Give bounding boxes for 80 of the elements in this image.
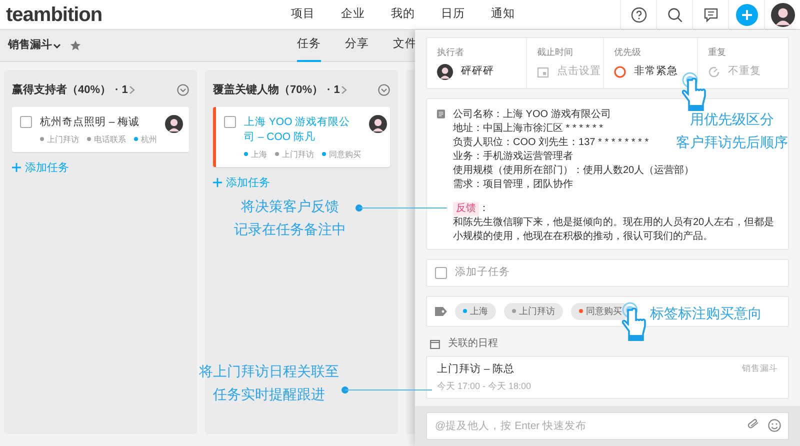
note-icon	[437, 108, 445, 120]
task-tag: 杭州	[134, 134, 157, 146]
task-tag: 上门拜访	[275, 148, 314, 160]
annotation-text: 客户拜访先后顺序	[676, 133, 788, 152]
note-line: 使用规模（使用所在部门）：使用人数20人（运营部）	[453, 164, 694, 178]
task-count: · 1	[327, 83, 340, 98]
section-heading: 关联的日程	[448, 336, 498, 351]
task-title: 上海 YOO 游戏有限公司 – COO 陈凡	[244, 114, 352, 144]
annotation-text: 将决策客户反馈	[241, 197, 339, 216]
dropdown-icon[interactable]	[378, 84, 390, 96]
priority-icon	[614, 66, 626, 78]
annotation-text: 任务实时提醒跟进	[213, 385, 325, 404]
nav-link[interactable]: 通知	[478, 6, 528, 24]
event-title: 上门拜访 – 陈总	[437, 362, 515, 377]
task-tag: 上门拜访	[40, 134, 79, 146]
nav-link[interactable]: 我的	[378, 6, 428, 24]
field-label: 优先级	[614, 46, 642, 60]
avatar-icon	[437, 64, 453, 80]
add-icon[interactable]	[736, 4, 758, 26]
checkbox[interactable]	[224, 116, 236, 128]
search-icon[interactable]	[666, 6, 682, 22]
note-line: 公司名称：上海 YOO 游戏有限公司	[453, 108, 611, 122]
column-title: 赢得支持者（40%）	[12, 82, 112, 98]
column-title: 覆盖关键人物（70%）	[213, 82, 324, 98]
task-tag: 上海	[244, 148, 267, 160]
dropdown-icon[interactable]	[177, 84, 189, 96]
note-line: 业务：手机游戏运营管理者	[453, 150, 573, 164]
attachment-icon[interactable]	[746, 419, 760, 429]
avatar-icon	[165, 114, 183, 132]
task-count: · 1	[115, 83, 128, 98]
comment-field[interactable]: @提及他人，按 Enter 快速发布	[426, 412, 789, 440]
chevron-icon[interactable]	[128, 85, 136, 96]
plus-icon	[12, 163, 21, 172]
plus-icon	[213, 178, 222, 188]
event-project: 销售漏斗	[742, 362, 778, 375]
field-label: 重复	[708, 46, 727, 60]
nav-link[interactable]: 项目	[278, 6, 328, 24]
annotation-text: 记录在任务备注中	[234, 220, 346, 239]
tag-icon	[435, 307, 447, 316]
calendar-icon	[537, 66, 549, 78]
field-value[interactable]: 砰砰砰	[461, 64, 494, 80]
logo[interactable]: teambition	[6, 0, 102, 30]
avatar-icon	[770, 2, 794, 26]
task-tag: 同意购买	[322, 148, 361, 160]
chat-icon[interactable]	[702, 6, 718, 22]
feedback-tag: 反馈	[453, 202, 479, 216]
nav-link[interactable]: 企业	[328, 6, 378, 24]
tab[interactable]: 文件	[393, 30, 417, 62]
star-icon[interactable]	[70, 40, 81, 51]
annotation-text: 用优先级区分	[690, 110, 774, 129]
task-card[interactable]: 杭州奇点照明 – 梅诚 上门拜访 电话联系 杭州	[12, 106, 189, 152]
field-label: 执行者	[437, 46, 465, 60]
note-line: 需求：项目管理，团队协作	[453, 178, 573, 192]
checkbox[interactable]	[435, 267, 447, 279]
task-tag: 电话联系	[87, 134, 126, 146]
tab[interactable]: 分享	[345, 30, 369, 62]
tag-chip[interactable]: 上门拜访	[504, 302, 563, 320]
tag-chip[interactable]: 上海	[455, 302, 496, 320]
field-label: 截止时间	[537, 46, 574, 60]
tag-chip[interactable]: 同意购买	[571, 302, 630, 320]
emoji-icon[interactable]	[768, 419, 781, 432]
annotation-text: 将上门拜访日程关联至	[199, 362, 339, 381]
event-card[interactable]: 上门拜访 – 陈总 销售漏斗 今天 17:00 - 今天 18:00	[426, 356, 789, 400]
avatar-icon	[369, 114, 387, 132]
tab[interactable]: 任务	[297, 30, 321, 62]
project-title[interactable]: 销售漏斗	[8, 37, 52, 54]
chevron-icon[interactable]	[340, 85, 348, 96]
checkbox[interactable]	[20, 116, 32, 128]
repeat-icon	[708, 66, 720, 78]
annotation-text: 标签标注购买意向	[650, 304, 762, 323]
calendar-icon	[430, 338, 440, 348]
nav-link[interactable]: 日历	[428, 6, 478, 24]
note-line: 地址：中国上海市徐汇区 * * * * * *	[453, 122, 604, 136]
event-time: 今天 17:00 - 今天 18:00	[437, 380, 532, 393]
feedback-text: 和陈先生微信聊下来，他是挺倾向的。现在用的人员有20人左右，但都是小规模的使用，他现在在积极的推动，很认可我们的产品。	[453, 216, 776, 244]
note-line: 负责人职位：COO 刘先生：137 * * * * * * * *	[453, 136, 649, 150]
help-icon[interactable]	[630, 6, 646, 22]
colon-text: ：	[479, 202, 489, 216]
field-value[interactable]: 非常紧急	[634, 64, 678, 80]
task-title: 杭州奇点照明 – 梅诚	[40, 114, 141, 130]
